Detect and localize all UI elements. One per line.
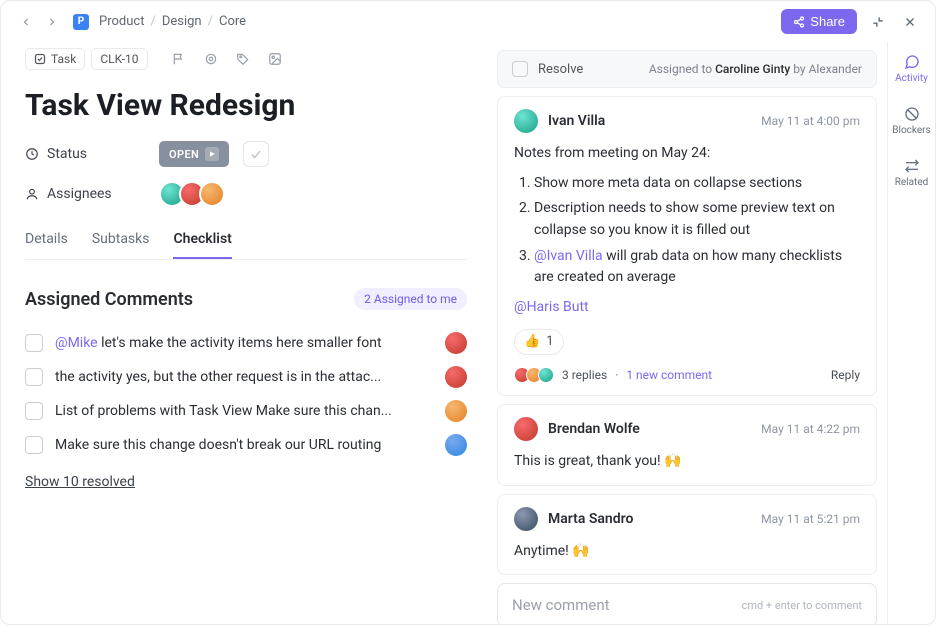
reply-button[interactable]: Reply xyxy=(831,368,860,382)
assigned-count-badge: 2 Assigned to me xyxy=(354,288,467,310)
comment-body: Notes from meeting on May 24: Show more … xyxy=(514,143,860,355)
replies-count[interactable]: 3 replies xyxy=(562,368,607,382)
close-icon[interactable] xyxy=(899,11,921,33)
rail-related[interactable]: Related xyxy=(888,154,935,192)
comment-text: List of problems with Task View Make sur… xyxy=(55,403,433,419)
checkbox[interactable] xyxy=(25,436,43,454)
comment-text: @Mike let's make the activity items here… xyxy=(55,335,433,351)
comment-text: Make sure this change doesn't break our … xyxy=(55,437,433,453)
share-label: Share xyxy=(810,14,845,29)
rail-label: Blockers xyxy=(892,125,930,136)
shortcut-hint: cmd + enter to comment xyxy=(742,599,862,612)
assigned-comments-heading: Assigned Comments xyxy=(25,289,193,310)
blockers-icon xyxy=(904,106,920,122)
avatar xyxy=(445,434,467,456)
assigned-comment-row[interactable]: List of problems with Task View Make sur… xyxy=(25,394,467,428)
task-type-label: Task xyxy=(51,52,76,66)
resolve-bar: Resolve Assigned to Caroline Ginty by Al… xyxy=(497,50,877,88)
flag-icon[interactable] xyxy=(166,46,192,72)
comment-body: Anytime! 🙌 xyxy=(514,541,860,563)
show-resolved-link[interactable]: Show 10 resolved xyxy=(25,474,135,490)
new-comment-count[interactable]: 1 new comment xyxy=(626,368,712,382)
comment-author: Marta Sandro xyxy=(548,511,633,527)
assignees-icon xyxy=(25,187,39,201)
share-button[interactable]: Share xyxy=(781,9,857,34)
resolve-checkbox[interactable] xyxy=(512,61,528,77)
comment-icon xyxy=(904,54,920,70)
comment-text: the activity yes, but the other request … xyxy=(55,369,433,385)
breadcrumb-item[interactable]: Design xyxy=(162,14,202,29)
breadcrumb-item[interactable]: Product xyxy=(99,14,144,29)
reply-avatars xyxy=(514,367,554,383)
task-check-icon xyxy=(34,53,46,65)
nav-back[interactable] xyxy=(15,11,37,33)
checkbox[interactable] xyxy=(25,334,43,352)
avatar xyxy=(199,181,225,207)
breadcrumb-item[interactable]: Core xyxy=(219,14,246,29)
status-value: OPEN xyxy=(169,148,199,161)
workspace-logo-icon: P xyxy=(73,14,89,30)
assignees-label: Assignees xyxy=(47,186,112,202)
new-comment-placeholder: New comment xyxy=(512,596,610,614)
rail-label: Related xyxy=(895,177,929,188)
complete-checkbox[interactable] xyxy=(243,141,269,167)
avatar xyxy=(514,507,538,531)
checkbox[interactable] xyxy=(25,402,43,420)
checkbox[interactable] xyxy=(25,368,43,386)
comment-card: Ivan Villa May 11 at 4:00 pm Notes from … xyxy=(497,96,877,396)
avatar xyxy=(445,332,467,354)
tab-details[interactable]: Details xyxy=(25,221,68,259)
tab-subtasks[interactable]: Subtasks xyxy=(92,221,150,259)
assigned-comment-row[interactable]: @Mike let's make the activity items here… xyxy=(25,326,467,360)
avatar xyxy=(445,366,467,388)
comment-author: Brendan Wolfe xyxy=(548,421,640,437)
comment-body: This is great, thank you! 🙌 xyxy=(514,451,860,473)
comment-card: Marta Sandro May 11 at 5:21 pm Anytime! … xyxy=(497,494,877,576)
status-icon xyxy=(25,147,39,161)
tag-icon[interactable] xyxy=(230,46,256,72)
task-id-pill[interactable]: CLK-10 xyxy=(91,48,147,70)
status-label: Status xyxy=(47,146,87,162)
rail-label: Activity xyxy=(895,73,928,84)
rail-activity[interactable]: Activity xyxy=(888,50,935,88)
avatar xyxy=(514,417,538,441)
new-comment-input[interactable]: New comment cmd + enter to comment xyxy=(497,583,877,624)
thumbs-up-icon: 👍 xyxy=(524,332,540,352)
comment-timestamp: May 11 at 4:00 pm xyxy=(761,114,860,128)
reaction-count: 1 xyxy=(546,332,553,352)
page-title: Task View Redesign xyxy=(25,88,467,123)
comment-timestamp: May 11 at 4:22 pm xyxy=(761,422,860,436)
nav-forward[interactable] xyxy=(41,11,63,33)
image-icon[interactable] xyxy=(262,46,288,72)
assigned-comment-row[interactable]: the activity yes, but the other request … xyxy=(25,360,467,394)
assignee-avatars[interactable] xyxy=(159,181,225,207)
avatar xyxy=(514,109,538,133)
assigned-comment-row[interactable]: Make sure this change doesn't break our … xyxy=(25,428,467,462)
status-chip[interactable]: OPEN xyxy=(159,141,229,167)
sprint-icon[interactable] xyxy=(198,46,224,72)
status-next-icon xyxy=(205,147,219,161)
tab-checklist[interactable]: Checklist xyxy=(173,221,231,259)
collapse-icon[interactable] xyxy=(867,11,889,33)
share-icon xyxy=(793,16,805,28)
resolve-label: Resolve xyxy=(538,62,583,77)
rail-blockers[interactable]: Blockers xyxy=(888,102,935,140)
avatar xyxy=(445,400,467,422)
comment-card: Brendan Wolfe May 11 at 4:22 pm This is … xyxy=(497,404,877,486)
breadcrumb: P Product / Design / Core xyxy=(67,14,246,30)
reaction-chip[interactable]: 👍 1 xyxy=(514,329,564,355)
related-icon xyxy=(904,158,920,174)
assignment-meta: Assigned to Caroline Ginty by Alexander xyxy=(649,62,862,76)
task-type-pill[interactable]: Task xyxy=(25,48,85,70)
comment-author: Ivan Villa xyxy=(548,113,605,129)
mention[interactable]: @Haris Butt xyxy=(514,299,589,315)
comment-timestamp: May 11 at 5:21 pm xyxy=(761,512,860,526)
